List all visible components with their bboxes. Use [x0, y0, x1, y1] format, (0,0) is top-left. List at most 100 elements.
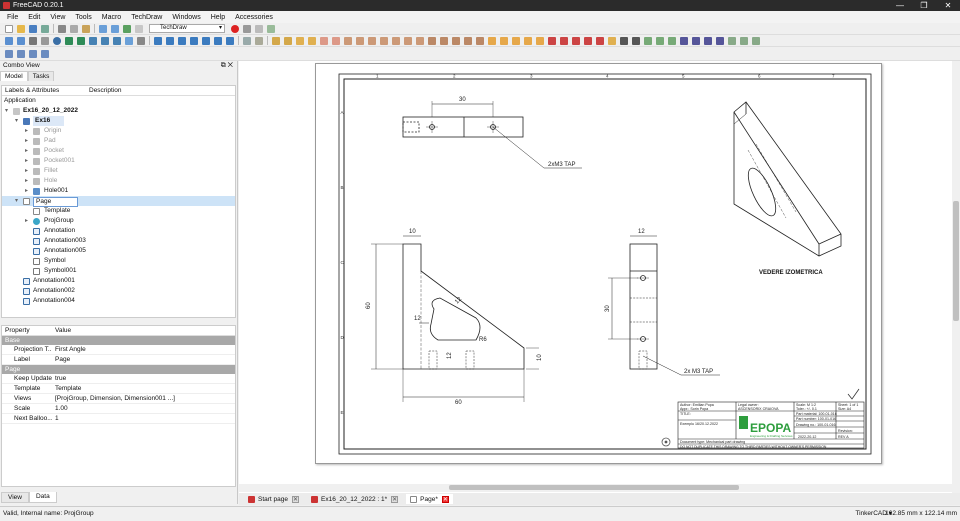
close-button[interactable]: ✕ [936, 0, 960, 11]
open-file-icon[interactable] [17, 24, 25, 33]
td-export-svg-icon[interactable] [620, 36, 628, 45]
menu-help[interactable]: Help [206, 14, 230, 21]
td-richtext-icon[interactable] [476, 36, 484, 45]
td-projgroup-icon[interactable] [308, 36, 316, 45]
close-tab-icon[interactable]: ✕ [391, 495, 399, 503]
td-vert-dim-icon[interactable] [368, 36, 376, 45]
back-nav-icon[interactable] [65, 36, 73, 45]
horizontal-scrollbar[interactable] [239, 484, 952, 492]
stop-macro-icon[interactable] [243, 24, 251, 33]
prop-row[interactable]: Label Page [2, 355, 235, 365]
minimize-button[interactable]: — [888, 0, 912, 11]
td-template-icon[interactable] [284, 36, 292, 45]
tree-item-template[interactable]: Template [2, 206, 235, 216]
td-export-dxf-icon[interactable] [632, 36, 640, 45]
tree-item-origin[interactable]: ▸ Origin [2, 126, 235, 136]
menu-accessories[interactable]: Accessories [230, 14, 278, 21]
prop-row[interactable]: Next Balloo... 1 [2, 414, 235, 424]
undo-icon[interactable] [99, 24, 107, 33]
tab-data[interactable]: Data [28, 492, 57, 503]
measure-icon[interactable] [137, 36, 145, 45]
view-rear-icon[interactable] [202, 36, 210, 45]
tree-item-annotation001[interactable]: Annotation001 [2, 276, 235, 286]
forward-nav-icon[interactable] [77, 36, 85, 45]
td-horiz-dim-icon[interactable] [356, 36, 364, 45]
settings-gear-icon[interactable] [661, 437, 671, 447]
prop-group-base[interactable]: Base [2, 336, 235, 345]
td-midpoint-icon[interactable] [512, 36, 520, 45]
td-clip-add-icon[interactable] [740, 36, 748, 45]
td-image-icon[interactable] [680, 36, 688, 45]
td-radius-dim-icon[interactable] [380, 36, 388, 45]
vertical-scrollbar[interactable] [952, 61, 960, 493]
group-icon[interactable] [113, 36, 121, 45]
td-section-icon[interactable] [320, 36, 328, 45]
menu-file[interactable]: File [2, 14, 23, 21]
view-left-icon[interactable] [226, 36, 234, 45]
tree-item-application[interactable]: Application [2, 96, 235, 106]
view-right-icon[interactable] [190, 36, 198, 45]
sketch-icon[interactable] [17, 49, 25, 58]
tree-item-annotation005[interactable]: Annotation005 [2, 246, 235, 256]
pocket-icon[interactable] [41, 49, 49, 58]
td-hatch-icon[interactable] [428, 36, 436, 45]
part-icon[interactable] [101, 36, 109, 45]
std-views-icon[interactable] [53, 36, 61, 45]
view-top-icon[interactable] [178, 36, 186, 45]
tree-item-symbol001[interactable]: Symbol001 [2, 266, 235, 276]
tree-item-fillet[interactable]: ▸ Fillet [2, 166, 235, 176]
paste-icon[interactable] [82, 24, 90, 33]
save-icon[interactable] [29, 24, 37, 33]
copy-icon[interactable] [70, 24, 78, 33]
td-cosmetic-vertex-icon[interactable] [500, 36, 508, 45]
tab-page[interactable]: Page* ✕ [406, 494, 453, 504]
td-cosmetic-line-icon[interactable] [536, 36, 544, 45]
part-design-body-icon[interactable] [5, 49, 13, 58]
tab-view[interactable]: View [1, 492, 29, 503]
td-chamfer-icon[interactable] [548, 36, 556, 45]
view-bottom-icon[interactable] [214, 36, 222, 45]
prop-row[interactable]: Projection T... First Angle [2, 345, 235, 355]
menu-tools[interactable]: Tools [70, 14, 96, 21]
td-spreadsheet-icon[interactable] [716, 36, 724, 45]
prop-group-page[interactable]: Page [2, 365, 235, 374]
prop-row[interactable]: Keep Updated true [2, 374, 235, 384]
td-cascade-icon[interactable] [596, 36, 604, 45]
td-leader-icon[interactable] [464, 36, 472, 45]
whats-this-icon[interactable] [135, 24, 143, 33]
cut-icon[interactable] [58, 24, 66, 33]
tree-col-description[interactable]: Description [86, 86, 122, 95]
td-detail-icon[interactable] [332, 36, 340, 45]
tree-item-annotation[interactable]: Annotation [2, 226, 235, 236]
measure-distance-icon[interactable] [243, 36, 251, 45]
clipping-icon[interactable] [255, 36, 263, 45]
tree-item-hole[interactable]: ▸ Hole [2, 176, 235, 186]
draw-style-icon[interactable] [29, 36, 37, 45]
link-icon[interactable] [89, 36, 97, 45]
refresh-icon[interactable] [123, 24, 131, 33]
menu-edit[interactable]: Edit [23, 14, 45, 21]
tree-item-annotation002[interactable]: Annotation002 [2, 286, 235, 296]
td-centerline-icon[interactable] [488, 36, 496, 45]
tab-start-page[interactable]: Start page ✕ [244, 494, 303, 504]
td-new-page-icon[interactable] [272, 36, 280, 45]
td-quadrants-icon[interactable] [524, 36, 532, 45]
td-redraw-icon[interactable] [656, 36, 664, 45]
tree-item-annotation004[interactable]: Annotation004 [2, 296, 235, 306]
td-clip-group-icon[interactable] [728, 36, 736, 45]
td-toggle-frame-icon[interactable] [644, 36, 652, 45]
close-tab-icon[interactable]: ✕ [441, 495, 449, 503]
pad-icon[interactable] [29, 49, 37, 58]
tree-item-pocket[interactable]: ▸ Pocket [2, 146, 235, 156]
tab-document-3d[interactable]: Ex16_20_12_2022 : 1* ✕ [307, 494, 402, 504]
tab-model[interactable]: Model [0, 71, 28, 81]
td-length-dim-icon[interactable] [344, 36, 352, 45]
tree-item-page[interactable]: ▾ Page [2, 196, 235, 207]
tree-item-hole001[interactable]: ▸ Hole001 [2, 186, 235, 196]
maximize-button[interactable]: ❐ [912, 0, 936, 11]
td-view-icon[interactable] [296, 36, 304, 45]
tree-item-pad[interactable]: ▸ Pad [2, 136, 235, 146]
execute-macro-icon[interactable] [267, 24, 275, 33]
menu-techdraw[interactable]: TechDraw [126, 14, 167, 21]
td-diameter-dim-icon[interactable] [392, 36, 400, 45]
